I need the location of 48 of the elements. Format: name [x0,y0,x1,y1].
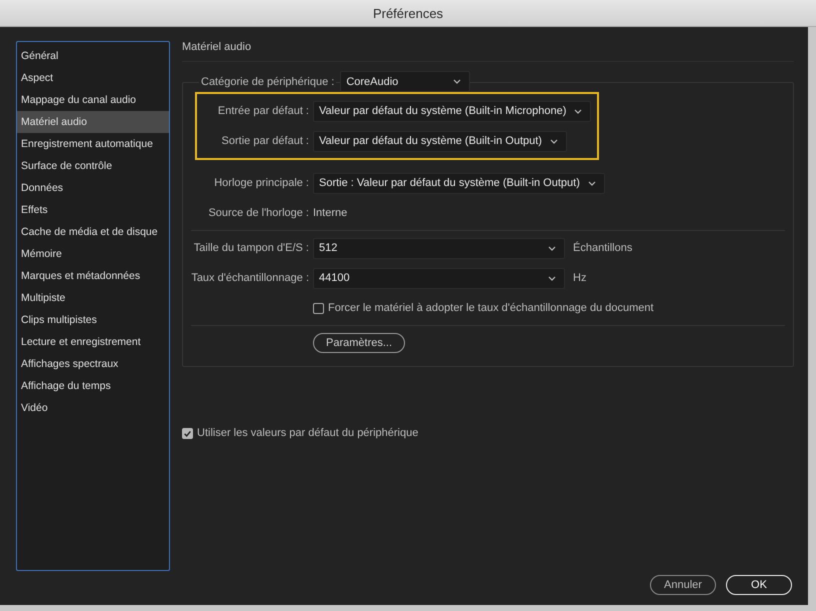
field-label: Catégorie de périphérique : [199,76,336,88]
sidebar-item[interactable]: Enregistrement automatique [17,133,169,155]
sidebar-item[interactable]: Lecture et enregistrement [17,331,169,353]
unit-label: Hz [573,272,586,284]
sidebar-item[interactable]: Clips multipistes [17,309,169,331]
sidebar-item[interactable]: Effets [17,199,169,221]
chevron-down-icon [548,246,556,250]
section-title: Matériel audio [182,41,794,62]
unit-label: Échantillons [573,242,632,254]
chevron-down-icon [548,276,556,280]
sidebar-item[interactable]: Matériel audio [17,111,169,133]
field-label: Sortie par défaut : [220,135,309,147]
chevron-down-icon [588,180,596,186]
chevron-down-icon [574,108,582,114]
field-label: Horloge principale : [213,177,309,189]
sidebar-item[interactable]: Mappage du canal audio [17,89,169,111]
dropdown[interactable]: Valeur par défaut du système (Built-in Microphone) [313,100,592,122]
sidebar-item[interactable]: Général [17,45,169,67]
dropdown[interactable]: Valeur par défaut du système (Built-in Output) [313,130,567,152]
sidebar-item[interactable]: Marques et métadonnées [17,265,169,287]
chevron-down-icon [453,79,462,84]
field-label: Source de l'horloge : [207,207,309,219]
checkbox[interactable] [313,302,324,314]
checkbox-label: Forcer le matériel à adopter le taux d'échantillonnage du document [328,302,654,314]
dropdown[interactable]: 44100 [313,268,565,288]
field-value: Interne [313,207,348,219]
dropdown[interactable]: 512 [313,238,565,258]
field-label: Entrée par défaut : [216,105,309,117]
dropdown[interactable]: CoreAudio [340,71,470,92]
dropdown[interactable]: Sortie : Valeur par défaut du système (Built-in Output) [313,172,605,194]
sidebar-item[interactable]: Données [17,177,169,199]
sidebar-item[interactable]: Mémoire [17,243,169,265]
ok-button[interactable]: OK [726,575,792,595]
field-label: Taux d'échantillonnage : [191,272,309,284]
cancel-button[interactable]: Annuler [650,575,716,595]
sidebar-item[interactable]: Surface de contrôle [17,155,169,177]
settings-button[interactable]: Paramètres... [313,333,406,353]
sidebar-item[interactable]: Cache de média et de disque [17,221,169,243]
chevron-down-icon [550,138,558,144]
checkbox[interactable] [182,428,193,438]
sidebar-item[interactable]: Vidéo [17,397,169,419]
checkbox-label: Utiliser les valeurs par défaut du périphérique [197,427,418,439]
sidebar-item[interactable]: Affichages spectraux [17,353,169,375]
sidebar-item[interactable]: Affichage du temps [17,375,169,397]
field-label: Taille du tampon d'E/S : [192,242,309,254]
window-title: Préférences [372,6,444,20]
sidebar-item[interactable]: Multipiste [17,287,169,309]
sidebar-item[interactable]: Aspect [17,67,169,89]
